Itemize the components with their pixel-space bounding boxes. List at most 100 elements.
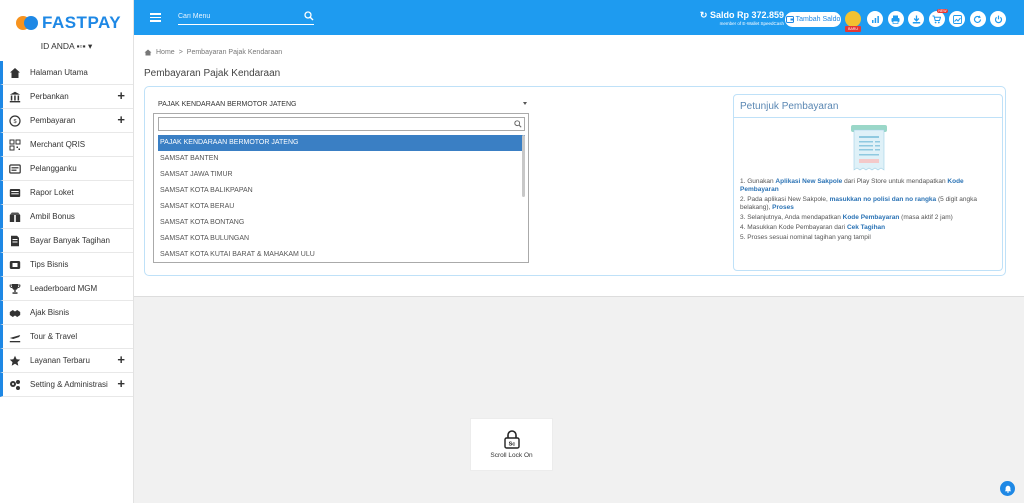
new-badge: NEW bbox=[937, 9, 948, 13]
instruction-steps: 1. Gunakan Aplikasi New Sakpole dari Pla… bbox=[740, 178, 1000, 244]
breadcrumb-current: Pembayaran Pajak Kendaraan bbox=[186, 49, 283, 56]
instruction-step: 5. Proses sesuai nominal tagihan yang ta… bbox=[740, 234, 1000, 242]
scroll-lock-indicator: Sc Scroll Lock On bbox=[470, 418, 553, 471]
step-text: 5. Proses sesuai nominal tagihan yang ta… bbox=[740, 233, 871, 241]
tambah-saldo-button[interactable]: Tambah Saldo bbox=[785, 12, 841, 27]
sidebar-menu: Halaman Utama Perbankan + $ Pembayaran + Merch… bbox=[0, 61, 133, 397]
sidebar-item-label: Ajak Bisnis bbox=[30, 308, 70, 317]
provider-select-value: PAJAK KENDARAAN BERMOTOR JATENG bbox=[158, 100, 297, 108]
svg-text:$: $ bbox=[13, 119, 16, 125]
instruction-step: 1. Gunakan Aplikasi New Sakpole dari Pla… bbox=[740, 178, 1000, 194]
dropdown-options: PAJAK KENDARAAN BERMOTOR JATENG SAMSAT BA… bbox=[158, 135, 525, 261]
receipt-icon bbox=[851, 125, 887, 171]
sidebar-item-label: Pelangganku bbox=[30, 164, 77, 173]
sidebar-item-ajak-bisnis[interactable]: Ajak Bisnis bbox=[0, 301, 133, 325]
dropdown-search-input[interactable] bbox=[159, 118, 499, 130]
tambah-saldo-label: Tambah Saldo bbox=[795, 16, 841, 23]
sidebar-item-leaderboard-mgm[interactable]: Leaderboard MGM bbox=[0, 277, 133, 301]
cart-icon[interactable]: NEW bbox=[928, 9, 948, 27]
user-id-label[interactable]: ID ANDA ▪▫▪ ▾ bbox=[0, 41, 133, 53]
sidebar-item-layanan-terbaru[interactable]: Layanan Terbaru + bbox=[0, 349, 133, 373]
expand-plus-icon[interactable]: + bbox=[117, 89, 125, 102]
dropdown-scrollbar[interactable] bbox=[522, 135, 525, 197]
bill-icon bbox=[9, 235, 21, 247]
expand-plus-icon[interactable]: + bbox=[117, 377, 125, 390]
sidebar-item-label: Merchant QRIS bbox=[30, 140, 86, 149]
provider-select[interactable]: PAJAK KENDARAAN BERMOTOR JATENG bbox=[153, 96, 529, 112]
sidebar-item-perbankan[interactable]: Perbankan + bbox=[0, 85, 133, 109]
sidebar-item-tour-travel[interactable]: Tour & Travel bbox=[0, 325, 133, 349]
step-highlight: Aplikasi New Sakpole bbox=[775, 178, 843, 185]
step-text: 4. Masukkan Kode Pembayaran dari bbox=[740, 224, 847, 232]
sidebar-item-label: Halaman Utama bbox=[30, 68, 88, 77]
line-chart-icon[interactable] bbox=[949, 11, 965, 27]
search-menu-input[interactable] bbox=[178, 13, 298, 20]
sidebar-item-halaman-utama[interactable]: Halaman Utama bbox=[0, 61, 133, 85]
sidebar-item-setting-administrasi[interactable]: Setting & Administrasi + bbox=[0, 373, 133, 397]
trophy-icon bbox=[9, 283, 21, 295]
instruction-step: 2. Pada aplikasi New Sakpole, masukkan n… bbox=[740, 196, 1000, 212]
caret-up-icon bbox=[523, 102, 527, 105]
dropdown-option[interactable]: SAMSAT JAWA TIMUR bbox=[158, 167, 525, 183]
download-icon[interactable] bbox=[908, 11, 924, 27]
print-icon[interactable] bbox=[887, 11, 904, 27]
dropdown-option[interactable]: SAMSAT KOTA BULUNGAN bbox=[158, 231, 525, 247]
divider bbox=[734, 117, 1002, 118]
search-icon[interactable] bbox=[304, 11, 314, 23]
saldo-amount: Saldo Rp 372.859 bbox=[709, 10, 784, 20]
sidebar-item-label: Bayar Banyak Tagihan bbox=[30, 236, 110, 245]
sidebar-item-label: Perbankan bbox=[30, 92, 69, 101]
power-icon[interactable] bbox=[990, 11, 1006, 27]
new-feature-icon[interactable] bbox=[845, 11, 861, 27]
brand-name: FASTPAY bbox=[42, 12, 122, 32]
provider-dropdown: PAJAK KENDARAAN BERMOTOR JATENG SAMSAT BA… bbox=[153, 113, 529, 263]
plane-icon bbox=[9, 331, 21, 343]
notification-bell-icon[interactable] bbox=[1000, 481, 1015, 496]
logo[interactable]: FASTPAY bbox=[0, 0, 133, 45]
sidebar-item-pelangganku[interactable]: Pelangganku bbox=[0, 157, 133, 181]
sidebar-item-tips-bisnis[interactable]: Tips Bisnis bbox=[0, 253, 133, 277]
content-area: Home > Pembayaran Pajak Kendaraan Pembay… bbox=[134, 35, 1024, 297]
search-icon bbox=[514, 120, 522, 130]
star-icon bbox=[9, 355, 21, 367]
sidebar-item-ambil-bonus[interactable]: Ambil Bonus bbox=[0, 205, 133, 229]
dropdown-option[interactable]: SAMSAT KOTA BERAU bbox=[158, 199, 525, 215]
sidebar-item-merchant-qris[interactable]: Merchant QRIS bbox=[0, 133, 133, 157]
instructions-title: Petunjuk Pembayaran bbox=[740, 101, 839, 112]
step-highlight: Cek Tagihan bbox=[846, 224, 886, 232]
expand-plus-icon[interactable]: + bbox=[117, 113, 125, 126]
sidebar-item-pembayaran[interactable]: $ Pembayaran + bbox=[0, 109, 133, 133]
main-content: Home > Pembayaran Pajak Kendaraan Pembay… bbox=[134, 35, 1024, 503]
cogs-icon bbox=[9, 379, 21, 391]
instruction-step: 4. Masukkan Kode Pembayaran dari Cek Tag… bbox=[740, 224, 1000, 232]
hamburger-menu-icon[interactable] bbox=[150, 13, 161, 22]
dropdown-option[interactable]: SAMSAT KOTA KUTAI BARAT & MAHAKAM ULU bbox=[158, 247, 525, 261]
fastpay-logo-icon bbox=[16, 14, 38, 32]
step-text: 3. Selanjutnya, Anda mendapatkan bbox=[740, 214, 843, 222]
breadcrumb-home[interactable]: Home bbox=[156, 49, 175, 56]
refresh-saldo-icon[interactable]: ↻ bbox=[700, 10, 708, 20]
sidebar-item-label: Ambil Bonus bbox=[30, 212, 75, 221]
saldo-member-label: member of E-Wallet bbox=[719, 21, 760, 26]
scroll-lock-key: Sc bbox=[508, 442, 515, 448]
dropdown-option[interactable]: PAJAK KENDARAAN BERMOTOR JATENG bbox=[158, 135, 525, 151]
saldo-info[interactable]: ↻ Saldo Rp 372.859 member of E-Wallet Sp… bbox=[676, 10, 784, 26]
home-icon[interactable] bbox=[144, 49, 152, 56]
sidebar-item-label: Pembayaran bbox=[30, 116, 76, 125]
sidebar-item-rapor-loket[interactable]: Rapor Loket bbox=[0, 181, 133, 205]
dropdown-option[interactable]: SAMSAT KOTA BALIKPAPAN bbox=[158, 183, 525, 199]
sidebar-item-bayar-banyak-tagihan[interactable]: Bayar Banyak Tagihan bbox=[0, 229, 133, 253]
dropdown-option[interactable]: SAMSAT KOTA BONTANG bbox=[158, 215, 525, 231]
step-text: (masa aktif 2 jam) bbox=[899, 214, 953, 222]
customer-card-icon bbox=[9, 163, 21, 175]
dropdown-option[interactable]: SAMSAT BANTEN bbox=[158, 151, 525, 167]
baru-badge: BARU bbox=[845, 26, 861, 32]
scroll-lock-label: Scroll Lock On bbox=[490, 452, 533, 459]
step-highlight: masukkan no polisi dan no rangka bbox=[829, 196, 937, 204]
sidebar-item-label: Rapor Loket bbox=[30, 188, 74, 197]
payment-icon: $ bbox=[9, 114, 21, 127]
step-text: dari Play Store untuk mendapatkan bbox=[842, 178, 948, 185]
expand-plus-icon[interactable]: + bbox=[117, 353, 125, 366]
chart-icon[interactable] bbox=[867, 11, 883, 27]
refresh-icon[interactable] bbox=[969, 11, 986, 27]
